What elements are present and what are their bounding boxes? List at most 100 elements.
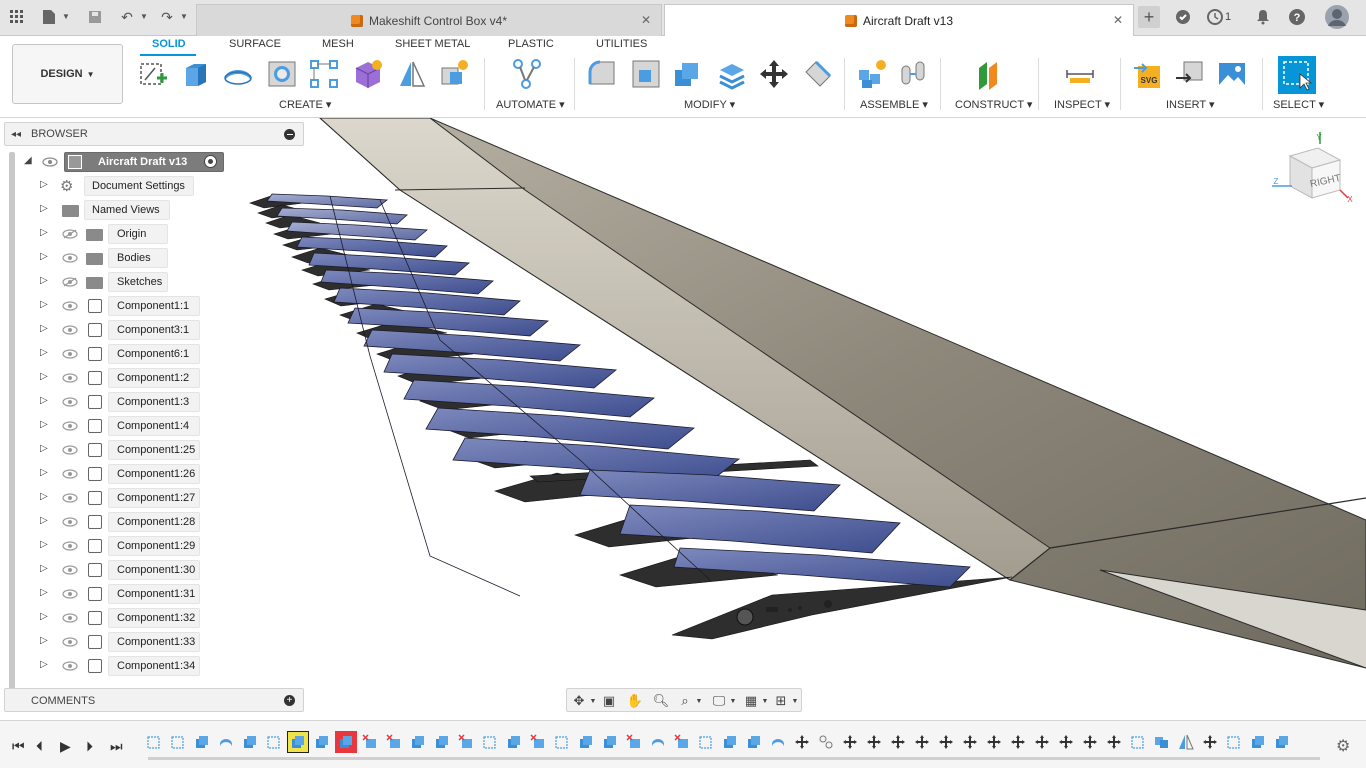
timeline-feature-extrude-icon[interactable] bbox=[287, 731, 309, 753]
expand-arrow-icon[interactable]: ▷ bbox=[40, 539, 48, 550]
split-face-icon[interactable] bbox=[802, 58, 834, 90]
automate-icon[interactable] bbox=[510, 58, 542, 90]
eye-icon[interactable] bbox=[62, 301, 78, 311]
timeline-feature-sketch-icon[interactable] bbox=[482, 734, 498, 750]
eye-icon[interactable] bbox=[62, 613, 78, 623]
shell-icon[interactable] bbox=[716, 58, 748, 90]
eye-icon[interactable] bbox=[62, 541, 78, 551]
look-at-icon[interactable]: ▣ bbox=[601, 693, 617, 709]
extrude-icon[interactable] bbox=[180, 58, 212, 90]
tab-mesh[interactable]: MESH bbox=[322, 38, 354, 50]
expand-arrow-icon[interactable]: ▷ bbox=[40, 443, 48, 454]
expand-arrow-icon[interactable]: ▷ bbox=[40, 275, 48, 286]
eye-icon[interactable] bbox=[42, 157, 58, 167]
timeline-feature-extrude-icon[interactable] bbox=[746, 734, 762, 750]
apps-grid-icon[interactable] bbox=[6, 6, 28, 28]
undo-caret[interactable]: ▼ bbox=[140, 12, 148, 21]
assemble-menu[interactable]: ASSEMBLE ▾ bbox=[860, 98, 928, 111]
tree-item-component1-29[interactable]: ▷ Component1:29 bbox=[4, 535, 300, 557]
collapse-arrow-icon[interactable]: ◢ bbox=[24, 155, 32, 166]
automate-menu[interactable]: AUTOMATE ▾ bbox=[496, 98, 565, 111]
timeline-feature-sketch-icon[interactable] bbox=[554, 734, 570, 750]
file-menu-caret[interactable]: ▼ bbox=[62, 12, 70, 21]
timeline-feature-x-icon[interactable] bbox=[458, 734, 474, 750]
tree-item-component1-26[interactable]: ▷ Component1:26 bbox=[4, 463, 300, 485]
eye-icon[interactable] bbox=[62, 469, 78, 479]
timeline-track[interactable] bbox=[148, 757, 1320, 760]
tree-item-component1-4[interactable]: ▷ Component1:4 bbox=[4, 415, 300, 437]
expand-arrow-icon[interactable]: ▷ bbox=[40, 347, 48, 358]
tree-item-component1-3[interactable]: ▷ Component1:3 bbox=[4, 391, 300, 413]
tree-item-component3-1[interactable]: ▷ Component3:1 bbox=[4, 319, 300, 341]
timeline-feature-move-icon[interactable] bbox=[986, 734, 1002, 750]
file-icon[interactable] bbox=[38, 6, 60, 28]
inspect-menu[interactable]: INSPECT ▾ bbox=[1054, 98, 1110, 111]
tree-item-document-settings[interactable]: ▷ ⚙ Document Settings bbox=[4, 175, 300, 197]
pan-hand-icon[interactable]: ✋ bbox=[627, 693, 643, 709]
step-back-icon[interactable]: ⏴ bbox=[36, 738, 43, 755]
notifications-bell-icon[interactable] bbox=[1252, 6, 1274, 28]
expand-arrow-icon[interactable]: ▷ bbox=[40, 227, 48, 238]
form-icon[interactable] bbox=[352, 58, 384, 90]
expand-arrow-icon[interactable]: ▷ bbox=[40, 563, 48, 574]
eye-hidden-icon[interactable] bbox=[62, 277, 78, 287]
expand-arrow-icon[interactable]: ▷ bbox=[40, 251, 48, 262]
timeline-feature-sketch-icon[interactable] bbox=[266, 734, 282, 750]
tree-item-component1-2[interactable]: ▷ Component1:2 bbox=[4, 367, 300, 389]
comments-panel[interactable]: COMMENTS + bbox=[4, 688, 304, 712]
help-icon[interactable]: ? bbox=[1286, 6, 1308, 28]
close-tab-icon[interactable]: ✕ bbox=[1113, 13, 1123, 27]
eye-icon[interactable] bbox=[62, 397, 78, 407]
tree-item-component1-33[interactable]: ▷ Component1:33 bbox=[4, 631, 300, 653]
expand-arrow-icon[interactable]: ▷ bbox=[40, 491, 48, 502]
tree-item-component6-1[interactable]: ▷ Component6:1 bbox=[4, 343, 300, 365]
timeline-feature-extrude-icon[interactable] bbox=[578, 734, 594, 750]
tab-makeshift-control-box[interactable]: Makeshift Control Box v4* ✕ bbox=[196, 4, 662, 36]
timeline-feature-revolve-icon[interactable] bbox=[218, 734, 234, 750]
hole-icon[interactable] bbox=[266, 58, 298, 90]
expand-arrow-icon[interactable]: ▷ bbox=[40, 587, 48, 598]
expand-arrow-icon[interactable]: ▷ bbox=[40, 371, 48, 382]
eye-icon[interactable] bbox=[62, 661, 78, 671]
tab-aircraft-draft[interactable]: Aircraft Draft v13 ✕ bbox=[664, 4, 1134, 37]
timeline-feature-x-icon[interactable] bbox=[674, 734, 690, 750]
tab-surface[interactable]: SURFACE bbox=[229, 38, 281, 50]
expand-arrow-icon[interactable]: ▷ bbox=[40, 299, 48, 310]
workspace-switcher[interactable]: DESIGN ▼ bbox=[12, 44, 123, 104]
tab-sheet-metal[interactable]: SHEET METAL bbox=[395, 38, 470, 50]
go-to-end-icon[interactable]: ⏭ bbox=[110, 738, 123, 755]
redo-icon[interactable]: ↷ bbox=[156, 6, 178, 28]
eye-icon[interactable] bbox=[62, 493, 78, 503]
tab-utilities[interactable]: UTILITIES bbox=[596, 38, 647, 50]
revolve-icon[interactable] bbox=[222, 58, 254, 90]
insert-menu[interactable]: INSERT ▾ bbox=[1166, 98, 1215, 111]
go-to-start-icon[interactable]: ⏮ bbox=[12, 738, 25, 755]
display-dropdown-icon[interactable]: ▼ bbox=[725, 693, 741, 709]
close-tab-icon[interactable]: ✕ bbox=[641, 13, 651, 27]
timeline-feature-x-icon[interactable] bbox=[386, 734, 402, 750]
eye-icon[interactable] bbox=[62, 517, 78, 527]
timeline-feature-move-icon[interactable] bbox=[794, 734, 810, 750]
timeline-feature-extrude-icon[interactable] bbox=[1250, 734, 1266, 750]
tree-item-bodies[interactable]: ▷ Bodies bbox=[4, 247, 300, 269]
expand-arrow-icon[interactable]: ▷ bbox=[40, 179, 48, 190]
activate-radio-icon[interactable] bbox=[204, 155, 217, 168]
timeline-feature-move-icon[interactable] bbox=[962, 734, 978, 750]
expand-arrow-icon[interactable]: ▷ bbox=[40, 419, 48, 430]
timeline-settings-gear-icon[interactable]: ⚙ bbox=[1336, 736, 1350, 756]
expand-arrow-icon[interactable]: ▷ bbox=[40, 515, 48, 526]
expand-arrow-icon[interactable]: ▷ bbox=[40, 611, 48, 622]
tree-item-component1-1[interactable]: ▷ Component1:1 bbox=[4, 295, 300, 317]
timeline-feature-extrude-icon[interactable] bbox=[242, 734, 258, 750]
timeline-feature-move-icon[interactable] bbox=[938, 734, 954, 750]
eye-icon[interactable] bbox=[62, 445, 78, 455]
redo-caret[interactable]: ▼ bbox=[180, 12, 188, 21]
fillet-icon[interactable] bbox=[630, 58, 662, 90]
timeline-feature-x-icon[interactable] bbox=[626, 734, 642, 750]
timeline-feature-move-icon[interactable] bbox=[1058, 734, 1074, 750]
timeline-feature-sketch-icon[interactable] bbox=[146, 734, 162, 750]
timeline-feature-extrude-icon[interactable] bbox=[434, 734, 450, 750]
timeline-feature-move-icon[interactable] bbox=[1010, 734, 1026, 750]
tree-item-component1-28[interactable]: ▷ Component1:28 bbox=[4, 511, 300, 533]
tree-item-sketches[interactable]: ▷ Sketches bbox=[4, 271, 300, 293]
